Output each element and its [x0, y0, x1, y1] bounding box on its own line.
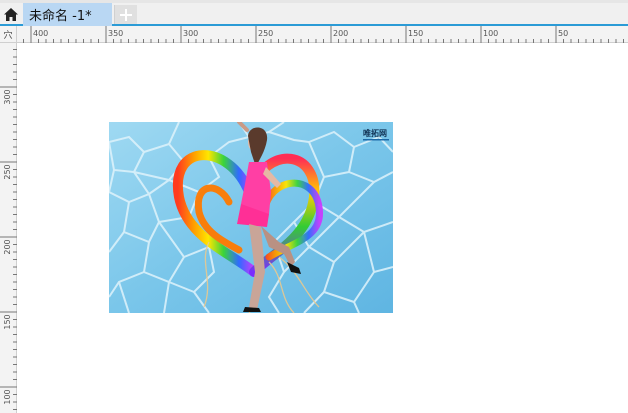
ruler-label-horizontal: 200 [333, 29, 348, 38]
horizontal-ruler[interactable]: 400 350 300 250 200 150 100 50 [17, 26, 628, 43]
home-button[interactable] [0, 3, 22, 25]
placed-photo[interactable]: 唯拓网 [109, 122, 393, 313]
ruler-label-vertical: 100 [3, 389, 12, 404]
ruler-label-horizontal: 400 [33, 29, 48, 38]
ruler-unit-label: 穴 [3, 30, 13, 41]
app-window: 未命名 -1* 穴 400 350 300 250 200 150 100 50 300 250… [0, 0, 628, 413]
ruler-label-horizontal: 100 [483, 29, 498, 38]
horizontal-ruler-scale: 400 350 300 250 200 150 100 50 [23, 26, 624, 43]
ruler-label-horizontal: 300 [183, 29, 198, 38]
ruler-label-horizontal: 50 [558, 29, 568, 38]
ruler-label-vertical: 300 [3, 89, 12, 104]
ruler-label-horizontal: 150 [408, 29, 423, 38]
svg-text:唯拓网: 唯拓网 [363, 128, 387, 138]
vertical-ruler-scale: 300 250 200 150 100 [0, 49, 17, 410]
ruler-label-vertical: 200 [3, 239, 12, 254]
home-icon [4, 7, 18, 21]
tab-bar: 未命名 -1* [0, 0, 628, 26]
tab-label: 未命名 -1* [29, 9, 92, 24]
ruler-label-horizontal: 250 [258, 29, 273, 38]
new-tab-button[interactable] [114, 5, 137, 24]
ruler-label-vertical: 250 [3, 164, 12, 179]
ruler-label-horizontal: 350 [108, 29, 123, 38]
plus-icon [120, 8, 132, 21]
vertical-ruler[interactable]: 300 250 200 150 100 [0, 43, 17, 413]
ruler-corner[interactable]: 穴 [0, 26, 17, 43]
ruler-label-vertical: 150 [3, 314, 12, 329]
photo-artwork: 唯拓网 [109, 122, 393, 313]
tab-untitled-document[interactable]: 未命名 -1* [23, 3, 112, 26]
document-canvas[interactable]: 唯拓网 [17, 43, 628, 413]
